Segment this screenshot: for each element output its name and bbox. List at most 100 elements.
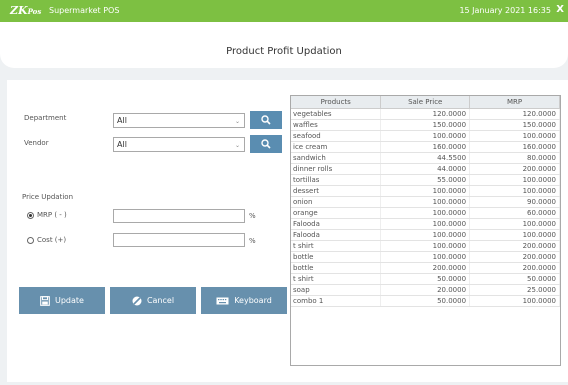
cell-sale-price: 100.0000 bbox=[380, 196, 471, 208]
table-row[interactable]: waffles 150.0000 150.0000 bbox=[291, 119, 560, 131]
table-row[interactable]: vegetables 120.0000 120.0000 bbox=[291, 108, 560, 120]
department-select[interactable]: All ⌄ bbox=[113, 113, 245, 128]
vendor-label: Vendor bbox=[24, 139, 49, 147]
cell-mrp: 90.0000 bbox=[469, 196, 560, 208]
chevron-down-icon: ⌄ bbox=[234, 118, 240, 125]
page-title: Product Profit Updation bbox=[226, 46, 342, 57]
table-row[interactable]: soap 20.0000 25.0000 bbox=[291, 284, 560, 296]
brand-main: ZK bbox=[10, 4, 28, 17]
mrp-percent-symbol: % bbox=[249, 212, 256, 220]
product-grid[interactable]: Products Sale Price MRP vegetables 120.00… bbox=[290, 95, 561, 366]
mrp-percent-input[interactable] bbox=[113, 209, 245, 223]
cost-percent-input[interactable] bbox=[113, 233, 245, 247]
cell-product: Falooda bbox=[291, 218, 382, 230]
vendor-value: All bbox=[117, 140, 127, 149]
cell-mrp: 160.0000 bbox=[469, 141, 560, 153]
cell-sale-price: 100.0000 bbox=[380, 240, 471, 252]
keyboard-button[interactable]: Keyboard bbox=[201, 287, 287, 314]
radio-unchecked-icon bbox=[27, 236, 34, 244]
cell-mrp: 100.0000 bbox=[469, 174, 560, 186]
cell-sale-price: 20.0000 bbox=[380, 284, 471, 296]
update-button-label: Update bbox=[55, 296, 84, 305]
brand-logo: ZKPos bbox=[10, 4, 41, 17]
cancel-icon bbox=[132, 296, 142, 305]
cell-mrp: 200.0000 bbox=[469, 251, 560, 263]
cell-product: bottle bbox=[291, 262, 382, 274]
chevron-down-icon: ⌄ bbox=[234, 142, 240, 149]
cancel-button-label: Cancel bbox=[146, 296, 175, 305]
update-button[interactable]: Update bbox=[19, 287, 105, 314]
cell-sale-price: 100.0000 bbox=[380, 251, 471, 263]
cell-sale-price: 44.0000 bbox=[380, 163, 471, 175]
cell-mrp: 120.0000 bbox=[469, 108, 560, 120]
cell-sale-price: 120.0000 bbox=[380, 108, 471, 120]
table-header-row: Products Sale Price MRP bbox=[291, 96, 560, 109]
cell-mrp: 100.0000 bbox=[469, 130, 560, 142]
table-row[interactable]: Falooda 100.0000 100.0000 bbox=[291, 218, 560, 230]
table-row[interactable]: ice cream 160.0000 160.0000 bbox=[291, 141, 560, 153]
cancel-button[interactable]: Cancel bbox=[110, 287, 196, 314]
column-header-mrp[interactable]: MRP bbox=[469, 96, 560, 109]
table-row[interactable]: t shirt 50.0000 50.0000 bbox=[291, 273, 560, 285]
cell-mrp: 100.0000 bbox=[469, 218, 560, 230]
cell-product: tortillas bbox=[291, 174, 382, 186]
table-row[interactable]: sandwich 44.5500 80.0000 bbox=[291, 152, 560, 164]
cell-mrp: 50.0000 bbox=[469, 273, 560, 285]
department-value: All bbox=[117, 116, 127, 125]
cell-sale-price: 100.0000 bbox=[380, 207, 471, 219]
table-row[interactable]: t shirt 100.0000 200.0000 bbox=[291, 240, 560, 252]
close-icon[interactable]: X bbox=[556, 4, 564, 15]
cell-mrp: 25.0000 bbox=[469, 284, 560, 296]
keyboard-icon bbox=[216, 297, 229, 304]
department-search-button[interactable] bbox=[250, 111, 282, 129]
cell-product: seafood bbox=[291, 130, 382, 142]
search-icon bbox=[261, 115, 271, 125]
cell-mrp: 100.0000 bbox=[469, 185, 560, 197]
table-row[interactable]: Falooda 100.0000 100.0000 bbox=[291, 229, 560, 241]
cell-sale-price: 50.0000 bbox=[380, 273, 471, 285]
cell-mrp: 100.0000 bbox=[469, 295, 560, 307]
cell-sale-price: 150.0000 bbox=[380, 119, 471, 131]
cost-percent-symbol: % bbox=[249, 237, 256, 245]
top-bar: ZKPos Supermarket POS 15 January 2021 16… bbox=[0, 0, 568, 22]
cell-product: t shirt bbox=[291, 273, 382, 285]
radio-checked-icon bbox=[27, 211, 34, 219]
cell-sale-price: 44.5500 bbox=[380, 152, 471, 164]
cell-mrp: 200.0000 bbox=[469, 240, 560, 252]
table-row[interactable]: orange 100.0000 60.0000 bbox=[291, 207, 560, 219]
vendor-search-button[interactable] bbox=[250, 135, 282, 153]
table-row[interactable]: seafood 100.0000 100.0000 bbox=[291, 130, 560, 142]
search-icon bbox=[261, 139, 271, 149]
cell-product: waffles bbox=[291, 119, 382, 131]
cell-product: vegetables bbox=[291, 108, 382, 120]
cell-product: sandwich bbox=[291, 152, 382, 164]
cell-sale-price: 160.0000 bbox=[380, 141, 471, 153]
table-row[interactable]: bottle 100.0000 200.0000 bbox=[291, 251, 560, 263]
cell-sale-price: 200.0000 bbox=[380, 262, 471, 274]
cell-product: dessert bbox=[291, 185, 382, 197]
table-row[interactable]: bottle 200.0000 200.0000 bbox=[291, 262, 560, 274]
date-time: 15 January 2021 16:35 bbox=[459, 6, 551, 15]
column-header-sale-price[interactable]: Sale Price bbox=[380, 96, 471, 109]
cell-product: ice cream bbox=[291, 141, 382, 153]
cost-radio[interactable]: Cost (+) bbox=[27, 236, 66, 244]
table-row[interactable]: dinner rolls 44.0000 200.0000 bbox=[291, 163, 560, 175]
department-label: Department bbox=[24, 114, 67, 122]
mrp-radio[interactable]: MRP ( - ) bbox=[27, 211, 67, 219]
save-icon bbox=[40, 295, 50, 306]
table-row[interactable]: dessert 100.0000 100.0000 bbox=[291, 185, 560, 197]
table-row[interactable]: combo 1 50.0000 100.0000 bbox=[291, 295, 560, 307]
cell-product: Falooda bbox=[291, 229, 382, 241]
app-title: Supermarket POS bbox=[49, 6, 120, 15]
column-header-products[interactable]: Products bbox=[291, 96, 382, 109]
cell-product: soap bbox=[291, 284, 382, 296]
cell-sale-price: 100.0000 bbox=[380, 130, 471, 142]
cell-product: t shirt bbox=[291, 240, 382, 252]
table-row[interactable]: onion 100.0000 90.0000 bbox=[291, 196, 560, 208]
cell-mrp: 200.0000 bbox=[469, 262, 560, 274]
cell-product: bottle bbox=[291, 251, 382, 263]
cell-mrp: 200.0000 bbox=[469, 163, 560, 175]
table-row[interactable]: tortillas 55.0000 100.0000 bbox=[291, 174, 560, 186]
vendor-select[interactable]: All ⌄ bbox=[113, 137, 245, 152]
cell-sale-price: 55.0000 bbox=[380, 174, 471, 186]
